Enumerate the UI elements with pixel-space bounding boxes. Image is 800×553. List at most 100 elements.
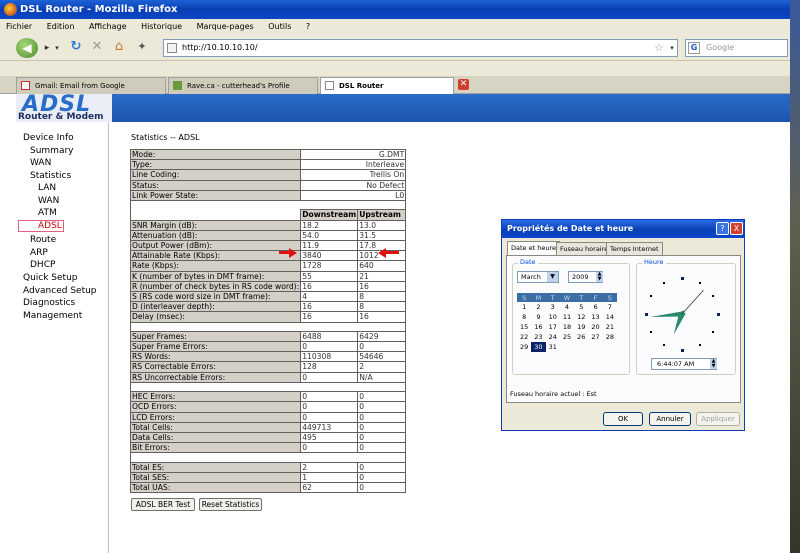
url-dropdown-icon[interactable]: ▾ — [667, 38, 677, 56]
spacer-cell — [129, 452, 407, 463]
calendar-day[interactable]: 31 — [546, 342, 560, 352]
weekday-header: T — [545, 293, 560, 302]
cancel-button[interactable]: Annuler — [649, 412, 691, 426]
calendar-day[interactable]: 22 — [517, 332, 531, 342]
time-input[interactable]: 6:44:07 AM — [651, 358, 717, 370]
menu-bookmarks[interactable]: Marque-pages — [197, 22, 254, 31]
stat-label: Status: — [129, 179, 302, 191]
tab-dsl-router[interactable]: DSL Router — [320, 77, 454, 95]
menu-bar: Fichier Edition Affichage Historique Mar… — [0, 19, 790, 35]
calendar-day[interactable]: 27 — [588, 332, 602, 342]
nav-item-arp[interactable]: ARP — [30, 248, 48, 258]
downstream-value: 16 — [300, 311, 359, 323]
nav-item-dhcp[interactable]: DHCP — [30, 260, 55, 270]
nav-item-adsl[interactable]: ADSL — [38, 221, 62, 231]
nav-item-diagnostics[interactable]: Diagnostics — [23, 298, 75, 308]
calendar-day[interactable]: 10 — [546, 312, 560, 322]
calendar-day[interactable]: 29 — [517, 342, 531, 352]
nav-item-lan[interactable]: LAN — [38, 183, 56, 193]
calendar-day[interactable]: 26 — [574, 332, 588, 342]
history-dropdown-icon[interactable]: ▾ — [53, 38, 61, 58]
tab-rave[interactable]: Rave.ca - cutterhead's Profile — [168, 77, 318, 94]
nav-item-summary[interactable]: Summary — [30, 146, 74, 156]
nav-item-route[interactable]: Route — [30, 235, 56, 245]
nav-item-wan[interactable]: WAN — [38, 196, 59, 206]
calendar-day[interactable]: 15 — [517, 322, 531, 332]
table-row: Attainable Rate (Kbps): 3840 1012 — [129, 250, 407, 262]
stat-label: R (number of check bytes in RS code word… — [129, 280, 302, 292]
calendar-day[interactable]: 14 — [603, 312, 617, 322]
calendar-day[interactable]: 20 — [588, 322, 602, 332]
calendar-day[interactable]: 17 — [546, 322, 560, 332]
calendar-day[interactable]: 12 — [574, 312, 588, 322]
nav-item-device-info[interactable]: Device Info — [23, 133, 74, 143]
nav-item-statistics[interactable]: Statistics — [30, 171, 71, 181]
downstream-value: 16 — [300, 280, 359, 292]
menu-tools[interactable]: Outils — [268, 22, 291, 31]
google-icon[interactable]: G — [688, 42, 700, 54]
menu-help[interactable]: ? — [306, 22, 310, 31]
menu-edit[interactable]: Edition — [47, 22, 75, 31]
tab-internet-time[interactable]: Temps Internet — [606, 242, 663, 255]
dialog-title: Propriétés de Date et heure — [502, 220, 744, 238]
ok-button[interactable]: OK — [603, 412, 643, 426]
tab-date-time[interactable]: Date et heure — [507, 241, 560, 255]
calendar-day[interactable]: 21 — [603, 322, 617, 332]
calendar-day[interactable]: 16 — [531, 322, 545, 332]
search-input[interactable]: Google — [685, 39, 788, 57]
calendar-day[interactable]: 23 — [531, 332, 545, 342]
calendar-day[interactable]: 7 — [603, 302, 617, 312]
stop-icon[interactable]: ✕ — [90, 37, 104, 57]
chevron-down-icon[interactable]: ▼ — [547, 272, 558, 282]
date-time-dialog: Propriétés de Date et heure ? X Date et … — [501, 219, 745, 431]
calendar-day[interactable]: 2 — [531, 302, 545, 312]
close-icon[interactable]: X — [730, 222, 743, 235]
calendar-day[interactable]: 5 — [574, 302, 588, 312]
reload-icon[interactable]: ↻ — [68, 37, 84, 57]
addon-icon[interactable]: ✦ — [134, 37, 150, 57]
calendar-day[interactable]: 1 — [517, 302, 531, 312]
current-timezone: Fuseau horaire actuel : Est — [510, 390, 597, 398]
stat-value: L0 — [300, 189, 407, 202]
table-row: Line Coding: Trellis On — [129, 169, 407, 181]
calendar-day[interactable]: 30 — [531, 342, 546, 352]
help-icon[interactable]: ? — [716, 222, 729, 235]
home-icon[interactable]: ⌂ — [111, 37, 127, 57]
calendar-day[interactable]: 8 — [517, 312, 531, 322]
adsl-ber-test-button[interactable]: ADSL BER Test — [131, 498, 195, 511]
downstream-value: 495 — [300, 431, 359, 444]
nav-item-advanced-setup[interactable]: Advanced Setup — [23, 286, 97, 296]
back-arrow-icon[interactable]: ◀ — [16, 38, 38, 58]
downstream-value: 110308 — [300, 351, 359, 363]
tab-time-zone[interactable]: Fuseau horaire — [556, 242, 613, 255]
upstream-value: 8 — [357, 290, 407, 303]
menu-file[interactable]: Fichier — [6, 22, 32, 31]
nav-item-wan[interactable]: WAN — [30, 158, 51, 168]
bookmark-star-icon[interactable]: ☆ — [652, 38, 666, 56]
nav-item-atm[interactable]: ATM — [38, 208, 57, 218]
calendar-day[interactable]: 28 — [603, 332, 617, 342]
calendar-day[interactable]: 11 — [560, 312, 574, 322]
nav-item-quick-setup[interactable]: Quick Setup — [23, 273, 78, 283]
close-tab-icon[interactable]: ✕ — [458, 79, 469, 90]
calendar-day[interactable]: 9 — [531, 312, 545, 322]
reset-statistics-button[interactable]: Reset Statistics — [199, 498, 262, 511]
stat-label: Total UAS: — [129, 482, 302, 494]
forward-dropdown-icon[interactable]: ▸ — [42, 38, 52, 58]
menu-history[interactable]: Historique — [141, 22, 182, 31]
downstream-value: 11.9 — [300, 239, 359, 252]
calendar-day[interactable]: 19 — [574, 322, 588, 332]
apply-button[interactable]: Appliquer — [696, 412, 740, 426]
menu-view[interactable]: Affichage — [89, 22, 127, 31]
calendar-day[interactable]: 25 — [560, 332, 574, 342]
calendar-day[interactable]: 4 — [560, 302, 574, 312]
url-bar[interactable]: http://10.10.10.10/ — [163, 39, 678, 57]
calendar-day[interactable]: 6 — [588, 302, 602, 312]
year-spin-arrows-icon[interactable]: ▲ ▼ — [596, 272, 603, 282]
time-spin-arrows-icon[interactable]: ▲ ▼ — [710, 359, 717, 369]
calendar-day[interactable]: 13 — [588, 312, 602, 322]
calendar-day[interactable]: 18 — [560, 322, 574, 332]
calendar-day[interactable]: 3 — [546, 302, 560, 312]
nav-item-management[interactable]: Management — [23, 311, 82, 321]
calendar-day[interactable]: 24 — [546, 332, 560, 342]
